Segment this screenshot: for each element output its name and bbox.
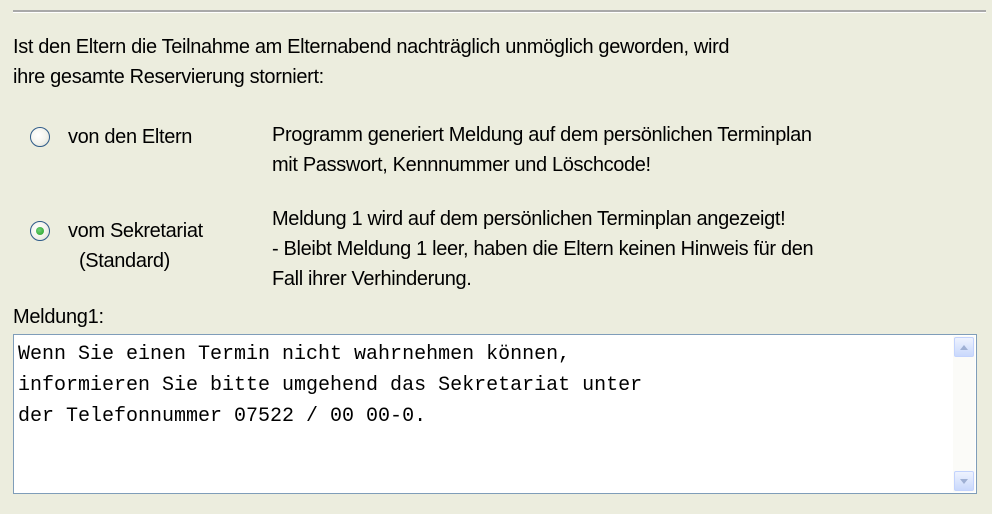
intro-text: Ist den Eltern die Teilnahme am Elternab… xyxy=(13,32,973,92)
option-secretariat-desc-line-1: Meldung 1 wird auf dem persönlichen Term… xyxy=(272,208,786,230)
option-secretariat-desc-line-2: - Bleibt Meldung 1 leer, haben die Elter… xyxy=(272,238,814,260)
option-parents-desc-line-1: Programm generiert Meldung auf dem persö… xyxy=(272,124,812,146)
section-divider xyxy=(13,10,986,13)
intro-line-2: ihre gesamte Reservierung storniert: xyxy=(13,66,324,88)
option-parents-description: Programm generiert Meldung auf dem persö… xyxy=(272,120,992,180)
scroll-down-button[interactable] xyxy=(954,471,974,491)
option-parents-desc-line-2: mit Passwort, Kennnummer und Löschcode! xyxy=(272,154,651,176)
message-textarea-text[interactable]: Wenn Sie einen Termin nicht wahrnehmen k… xyxy=(18,339,928,432)
intro-line-1: Ist den Eltern die Teilnahme am Elternab… xyxy=(13,36,730,58)
radio-secretariat[interactable] xyxy=(30,221,50,241)
radio-parents[interactable] xyxy=(30,127,50,147)
option-secretariat-label[interactable]: vom Sekretariat (Standard) xyxy=(68,216,268,276)
settings-panel: { "intro": { "line1": "Ist den Eltern di… xyxy=(0,0,992,514)
message-field-label: Meldung1: xyxy=(13,306,104,328)
option-secretariat-label-standard: (Standard) xyxy=(79,250,170,272)
option-parents-label[interactable]: von den Eltern xyxy=(68,122,268,152)
option-secretariat-desc-line-3: Fall ihrer Verhinderung. xyxy=(272,268,472,290)
option-parents[interactable]: von den Eltern xyxy=(30,122,268,152)
option-secretariat[interactable]: vom Sekretariat (Standard) xyxy=(30,216,268,276)
option-secretariat-description: Meldung 1 wird auf dem persönlichen Term… xyxy=(272,204,992,294)
scroll-up-button[interactable] xyxy=(954,337,974,357)
message-textarea[interactable]: Wenn Sie einen Termin nicht wahrnehmen k… xyxy=(13,334,977,494)
message-scrollbar[interactable] xyxy=(953,336,975,492)
chevron-up-icon xyxy=(960,344,968,350)
chevron-down-icon xyxy=(960,478,968,484)
